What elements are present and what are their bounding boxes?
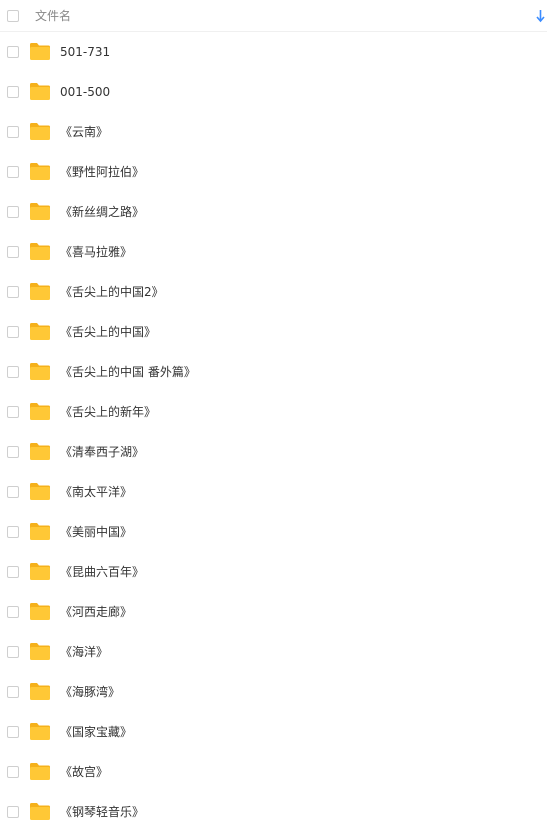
folder-name[interactable]: 《喜马拉雅》 [60, 243, 132, 261]
folder-name[interactable]: 《故宫》 [60, 763, 108, 781]
folder-icon[interactable] [29, 82, 51, 101]
list-item[interactable]: 《舌尖上的新年》 [0, 392, 547, 432]
folder-name[interactable]: 《云南》 [60, 123, 108, 141]
row-checkbox[interactable] [7, 86, 19, 98]
row-checkbox[interactable] [7, 526, 19, 538]
folder-name[interactable]: 《国家宝藏》 [60, 723, 132, 741]
row-checkbox[interactable] [7, 246, 19, 258]
folder-name[interactable]: 《海豚湾》 [60, 683, 120, 701]
folder-icon[interactable] [29, 602, 51, 621]
folder-name[interactable]: 《美丽中国》 [60, 523, 132, 541]
row-checkbox[interactable] [7, 806, 19, 818]
folder-name[interactable]: 《南太平洋》 [60, 483, 132, 501]
folder-icon[interactable] [29, 442, 51, 461]
folder-name[interactable]: 《舌尖上的新年》 [60, 403, 156, 421]
folder-icon[interactable] [29, 162, 51, 181]
row-checkbox[interactable] [7, 766, 19, 778]
list-item[interactable]: 《河西走廊》 [0, 592, 547, 632]
row-checkbox[interactable] [7, 286, 19, 298]
folder-icon[interactable] [29, 722, 51, 741]
row-checkbox[interactable] [7, 366, 19, 378]
folder-name[interactable]: 501-731 [60, 43, 110, 61]
folder-icon[interactable] [29, 42, 51, 61]
list-item[interactable]: 《钢琴轻音乐》 [0, 792, 547, 832]
folder-icon[interactable] [29, 682, 51, 701]
list-item[interactable]: 《昆曲六百年》 [0, 552, 547, 592]
file-list-header: 文件名 [0, 0, 547, 32]
row-checkbox[interactable] [7, 606, 19, 618]
list-item[interactable]: 001-500 [0, 72, 547, 112]
folder-name[interactable]: 《舌尖上的中国2》 [60, 283, 164, 301]
folder-icon[interactable] [29, 482, 51, 501]
row-checkbox[interactable] [7, 126, 19, 138]
folder-icon[interactable] [29, 402, 51, 421]
folder-icon[interactable] [29, 802, 51, 821]
list-item[interactable]: 《舌尖上的中国2》 [0, 272, 547, 312]
folder-name[interactable]: 《新丝绸之路》 [60, 203, 144, 221]
folder-icon[interactable] [29, 322, 51, 341]
folder-icon[interactable] [29, 562, 51, 581]
list-item[interactable]: 《清奉西子湖》 [0, 432, 547, 472]
list-item[interactable]: 《美丽中国》 [0, 512, 547, 552]
folder-name[interactable]: 《海洋》 [60, 643, 108, 661]
row-checkbox[interactable] [7, 326, 19, 338]
row-checkbox[interactable] [7, 686, 19, 698]
folder-icon[interactable] [29, 362, 51, 381]
folder-name[interactable]: 001-500 [60, 83, 110, 101]
row-checkbox[interactable] [7, 566, 19, 578]
row-checkbox[interactable] [7, 726, 19, 738]
row-checkbox[interactable] [7, 446, 19, 458]
list-item[interactable]: 501-731 [0, 32, 547, 72]
folder-icon[interactable] [29, 242, 51, 261]
folder-icon[interactable] [29, 202, 51, 221]
sort-down-arrow-icon[interactable] [536, 9, 545, 23]
list-item[interactable]: 《野性阿拉伯》 [0, 152, 547, 192]
filename-column-header[interactable]: 文件名 [35, 8, 71, 24]
list-item[interactable]: 《国家宝藏》 [0, 712, 547, 752]
list-item[interactable]: 《喜马拉雅》 [0, 232, 547, 272]
list-item[interactable]: 《云南》 [0, 112, 547, 152]
list-item[interactable]: 《新丝绸之路》 [0, 192, 547, 232]
file-list: 501-731 001-500 《云南》《野性阿拉伯》 《新丝绸之路》 《喜马拉雅》《舌… [0, 32, 547, 832]
folder-icon[interactable] [29, 762, 51, 781]
row-checkbox[interactable] [7, 406, 19, 418]
list-item[interactable]: 《海豚湾》 [0, 672, 547, 712]
list-item[interactable]: 《南太平洋》 [0, 472, 547, 512]
select-all-checkbox[interactable] [7, 10, 19, 22]
folder-name[interactable]: 《舌尖上的中国》 [60, 323, 156, 341]
folder-name[interactable]: 《河西走廊》 [60, 603, 132, 621]
list-item[interactable]: 《舌尖上的中国 番外篇》 [0, 352, 547, 392]
folder-name[interactable]: 《昆曲六百年》 [60, 563, 144, 581]
row-checkbox[interactable] [7, 646, 19, 658]
folder-icon[interactable] [29, 522, 51, 541]
folder-name[interactable]: 《钢琴轻音乐》 [60, 803, 144, 821]
folder-name[interactable]: 《清奉西子湖》 [60, 443, 144, 461]
folder-name[interactable]: 《舌尖上的中国 番外篇》 [60, 363, 196, 381]
folder-icon[interactable] [29, 282, 51, 301]
row-checkbox[interactable] [7, 46, 19, 58]
list-item[interactable]: 《海洋》 [0, 632, 547, 672]
folder-icon[interactable] [29, 642, 51, 661]
row-checkbox[interactable] [7, 166, 19, 178]
row-checkbox[interactable] [7, 486, 19, 498]
folder-icon[interactable] [29, 122, 51, 141]
list-item[interactable]: 《舌尖上的中国》 [0, 312, 547, 352]
row-checkbox[interactable] [7, 206, 19, 218]
folder-name[interactable]: 《野性阿拉伯》 [60, 163, 144, 181]
list-item[interactable]: 《故宫》 [0, 752, 547, 792]
